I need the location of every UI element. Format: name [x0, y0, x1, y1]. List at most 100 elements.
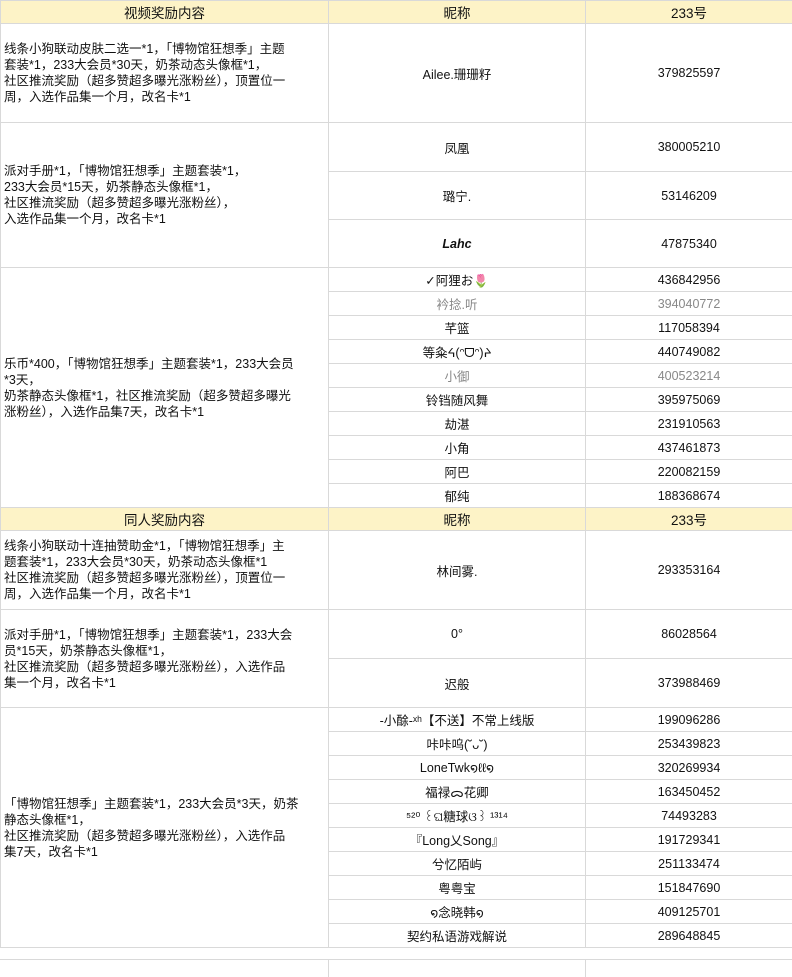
empty-row-strip	[0, 959, 792, 977]
table-row: 派对手册*1，「博物馆狂想季」主题套装*1， 233大会员*15天，奶茶静态头像…	[1, 123, 792, 172]
reward-line: 线条小狗联动皮肤二选一*1，「博物馆狂想季」主题	[4, 41, 325, 57]
id-cell: 289648845	[586, 924, 792, 948]
reward-line: 员*15天，奶茶静态头像框*1，	[4, 643, 325, 659]
id-cell: 188368674	[586, 484, 792, 508]
reward-cell: 派对手册*1，「博物馆狂想季」主题套装*1，233大会 员*15天，奶茶静态头像…	[1, 610, 329, 708]
nickname-cell: 林间雾.	[329, 531, 586, 610]
reward-line: 线条小狗联动十连抽赞助金*1，「博物馆狂想季」主	[4, 538, 325, 554]
reward-line: 集7天，改名卡*1	[4, 844, 325, 860]
reward-cell: 派对手册*1，「博物馆狂想季」主题套装*1， 233大会员*15天，奶茶静态头像…	[1, 123, 329, 268]
id-cell: 437461873	[586, 436, 792, 460]
table-row: 派对手册*1，「博物馆狂想季」主题套装*1，233大会 员*15天，奶茶静态头像…	[1, 610, 792, 659]
nickname-cell: 福禄ᯅ花卿	[329, 780, 586, 804]
nickname-cell: ✓阿狸お🌷	[329, 268, 586, 292]
column-header-id: 233号	[586, 1, 792, 24]
id-cell: 251133474	[586, 852, 792, 876]
reward-line: 周，入选作品集一个月，改名卡*1	[4, 586, 325, 602]
nickname-cell: 铃铛随风舞	[329, 388, 586, 412]
nickname-cell: 小御	[329, 364, 586, 388]
id-cell: 293353164	[586, 531, 792, 610]
reward-line: 派对手册*1，「博物馆狂想季」主题套装*1，	[4, 163, 325, 179]
id-cell: 74493283	[586, 804, 792, 828]
nickname-cell: 郁纯	[329, 484, 586, 508]
nickname-cell: 璐宁.	[329, 172, 586, 220]
nickname-cell: 劫湛	[329, 412, 586, 436]
reward-line: 「博物馆狂想季」主题套装*1，233大会员*3天，奶茶	[4, 796, 325, 812]
id-cell: 191729341	[586, 828, 792, 852]
column-divider	[585, 960, 586, 977]
nickname-cell: 0°	[329, 610, 586, 659]
table-row: 乐币*400，「博物馆狂想季」主题套装*1，233大会员 *3天， 奶茶静态头像…	[1, 268, 792, 292]
id-cell: 117058394	[586, 316, 792, 340]
reward-line: 社区推流奖励（超多赞超多曝光涨粉丝），顶置位一	[4, 73, 325, 89]
nickname-cell: 凤凰	[329, 123, 586, 172]
id-cell: 163450452	[586, 780, 792, 804]
reward-line: 社区推流奖励（超多赞超多曝光涨粉丝），入选作品	[4, 659, 325, 675]
column-header-nickname: 昵称	[329, 1, 586, 24]
table-row: 「博物馆狂想季」主题套装*1，233大会员*3天，奶茶 静态头像框*1， 社区推…	[1, 708, 792, 732]
nickname-cell: LoneTwk໑ℓℓ໑	[329, 756, 586, 780]
nickname-cell: Ailee.珊珊籽	[329, 24, 586, 123]
nickname-cell: 等粂ᔦ(ᵔᗜᵔ)ᔨ	[329, 340, 586, 364]
reward-line: 集一个月，改名卡*1	[4, 675, 325, 691]
nickname-cell: ໑念晓韩໑	[329, 900, 586, 924]
id-cell: 379825597	[586, 24, 792, 123]
reward-line: 静态头像框*1，	[4, 812, 325, 828]
id-cell: 440749082	[586, 340, 792, 364]
id-cell: 373988469	[586, 659, 792, 708]
reward-table: 视频奖励内容 昵称 233号 线条小狗联动皮肤二选一*1，「博物馆狂想季」主题 …	[0, 0, 792, 948]
id-cell: 53146209	[586, 172, 792, 220]
reward-line: 涨粉丝），入选作品集7天，改名卡*1	[4, 404, 325, 420]
column-header-id: 233号	[586, 508, 792, 531]
id-cell: 47875340	[586, 220, 792, 268]
nickname-cell: 咔咔呜(˘ᴗ˘)	[329, 732, 586, 756]
nickname-cell: 兮忆陌屿	[329, 852, 586, 876]
reward-line: 入选作品集一个月，改名卡*1	[4, 211, 325, 227]
reward-line: 233大会员*15天，奶茶静态头像框*1，	[4, 179, 325, 195]
id-cell: 394040772	[586, 292, 792, 316]
reward-cell: 「博物馆狂想季」主题套装*1，233大会员*3天，奶茶 静态头像框*1， 社区推…	[1, 708, 329, 948]
id-cell: 86028564	[586, 610, 792, 659]
reward-line: 周，入选作品集一个月，改名卡*1	[4, 89, 325, 105]
id-cell: 320269934	[586, 756, 792, 780]
nickname-cell: 芊篮	[329, 316, 586, 340]
column-header-nickname: 昵称	[329, 508, 586, 531]
table-row: 线条小狗联动十连抽赞助金*1，「博物馆狂想季」主 题套装*1，233大会员*30…	[1, 531, 792, 610]
reward-line: 派对手册*1，「博物馆狂想季」主题套装*1，233大会	[4, 627, 325, 643]
reward-line: 奶茶静态头像框*1，社区推流奖励（超多赞超多曝光	[4, 388, 325, 404]
reward-line: *3天，	[4, 372, 325, 388]
id-cell: 151847690	[586, 876, 792, 900]
header-row: 视频奖励内容 昵称 233号	[1, 1, 792, 24]
id-cell: 380005210	[586, 123, 792, 172]
id-cell: 231910563	[586, 412, 792, 436]
nickname-cell: -小酴-ˣʰ【不送】不常上线版	[329, 708, 586, 732]
header-row: 同人奖励内容 昵称 233号	[1, 508, 792, 531]
reward-line: 乐币*400，「博物馆狂想季」主题套装*1，233大会员	[4, 356, 325, 372]
nickname-cell: Lahc	[329, 220, 586, 268]
reward-line: 社区推流奖励（超多赞超多曝光涨粉丝），	[4, 195, 325, 211]
reward-cell: 乐币*400，「博物馆狂想季」主题套装*1，233大会员 *3天， 奶茶静态头像…	[1, 268, 329, 508]
column-divider	[328, 960, 329, 977]
column-header-reward: 视频奖励内容	[1, 1, 329, 24]
nickname-cell: 迟般	[329, 659, 586, 708]
id-cell: 253439823	[586, 732, 792, 756]
column-header-reward: 同人奖励内容	[1, 508, 329, 531]
reward-line: 社区推流奖励（超多赞超多曝光涨粉丝），入选作品	[4, 828, 325, 844]
id-cell: 436842956	[586, 268, 792, 292]
table-row: 线条小狗联动皮肤二选一*1，「博物馆狂想季」主题 套装*1，233大会员*30天…	[1, 24, 792, 123]
id-cell: 409125701	[586, 900, 792, 924]
id-cell: 199096286	[586, 708, 792, 732]
nickname-cell: ⁵²⁰ ꒰ଘ糖球ଓ꒱ ¹³¹⁴	[329, 804, 586, 828]
reward-cell: 线条小狗联动十连抽赞助金*1，「博物馆狂想季」主 题套装*1，233大会员*30…	[1, 531, 329, 610]
id-cell: 395975069	[586, 388, 792, 412]
id-cell: 400523214	[586, 364, 792, 388]
nickname-cell: 衿捻.听	[329, 292, 586, 316]
nickname-cell: 小角	[329, 436, 586, 460]
nickname-cell: 『Long乂Song』	[329, 828, 586, 852]
reward-line: 套装*1，233大会员*30天，奶茶动态头像框*1，	[4, 57, 325, 73]
nickname-cell: 阿巴	[329, 460, 586, 484]
reward-line: 社区推流奖励（超多赞超多曝光涨粉丝），顶置位一	[4, 570, 325, 586]
id-cell: 220082159	[586, 460, 792, 484]
nickname-cell: 粤粤宝	[329, 876, 586, 900]
nickname-cell: 契约私语游戏解说	[329, 924, 586, 948]
